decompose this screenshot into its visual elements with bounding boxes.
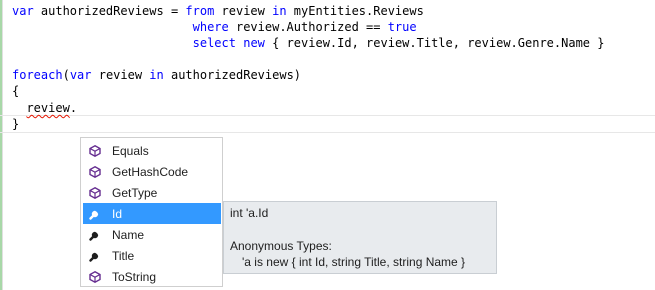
tooltip-heading: Anonymous Types: [230,239,332,253]
completion-item-title[interactable]: Title [83,245,221,266]
code-text-segment: authorizedReviews = [33,4,186,18]
completion-item-name[interactable]: Name [83,224,221,245]
code-line-5: foreach(var review in authorizedReviews) [12,67,301,83]
code-line-1: var authorizedReviews = from review in m… [12,3,424,19]
code-text-segment: review [91,68,150,82]
keyword: in [272,4,287,18]
property-icon [87,248,103,264]
method-icon [87,269,103,285]
completion-item-label: Name [112,227,145,242]
completion-item-label: GetHashCode [112,164,189,179]
code-line-2: where review.Authorized == true [12,19,417,35]
code-text-segment: myEntities.Reviews [286,4,424,18]
completion-item-label: ToString [112,269,157,284]
keyword: true [387,20,417,34]
quick-info-tooltip: int 'a.Id Anonymous Types: 'a is new { i… [223,201,497,274]
keyword: var [69,68,92,82]
method-icon [87,164,103,180]
tooltip-signature: int 'a.Id [230,206,269,220]
completion-item-label: GetType [112,185,158,200]
code-text-segment: review.Authorized == [228,20,388,34]
keyword: from [185,4,215,18]
code-line-8: } [12,117,20,131]
completion-item-id[interactable]: Id [83,203,221,224]
completion-item-equals[interactable]: Equals [83,140,221,161]
code-line-7: review. [12,100,77,116]
completion-item-label: Equals [112,143,149,158]
method-icon [87,143,103,159]
completion-item-label: Id [112,206,123,221]
completion-item-label: Title [112,248,135,263]
completion-list[interactable]: Equals GetHashCode GetType Id Name Title… [80,137,223,287]
keyword: in [149,68,164,82]
member-access-dot: . [69,101,78,115]
code-text-segment: { review.Id, review.Title, review.Genre.… [264,36,605,50]
keyword: foreach [12,68,63,82]
error-identifier: review [26,101,70,115]
method-icon [87,185,103,201]
code-line-6: { [12,84,20,98]
code-text-segment: review [214,4,273,18]
property-icon [87,227,103,243]
keyword: new [243,36,265,50]
code-text-segment: ( [62,68,70,82]
keyword: where [192,20,229,34]
completion-item-gettype[interactable]: GetType [83,182,221,203]
keyword: select [192,36,236,50]
completion-item-gethashcode[interactable]: GetHashCode [83,161,221,182]
keyword: var [12,4,34,18]
code-line-3: select new { review.Id, review.Title, re… [12,35,605,51]
code-text-segment: authorizedReviews) [163,68,302,82]
property-icon [87,206,103,222]
tooltip-description: 'a is new { int Id, string Title, string… [242,255,466,269]
completion-item-tostring[interactable]: ToString [83,266,221,287]
